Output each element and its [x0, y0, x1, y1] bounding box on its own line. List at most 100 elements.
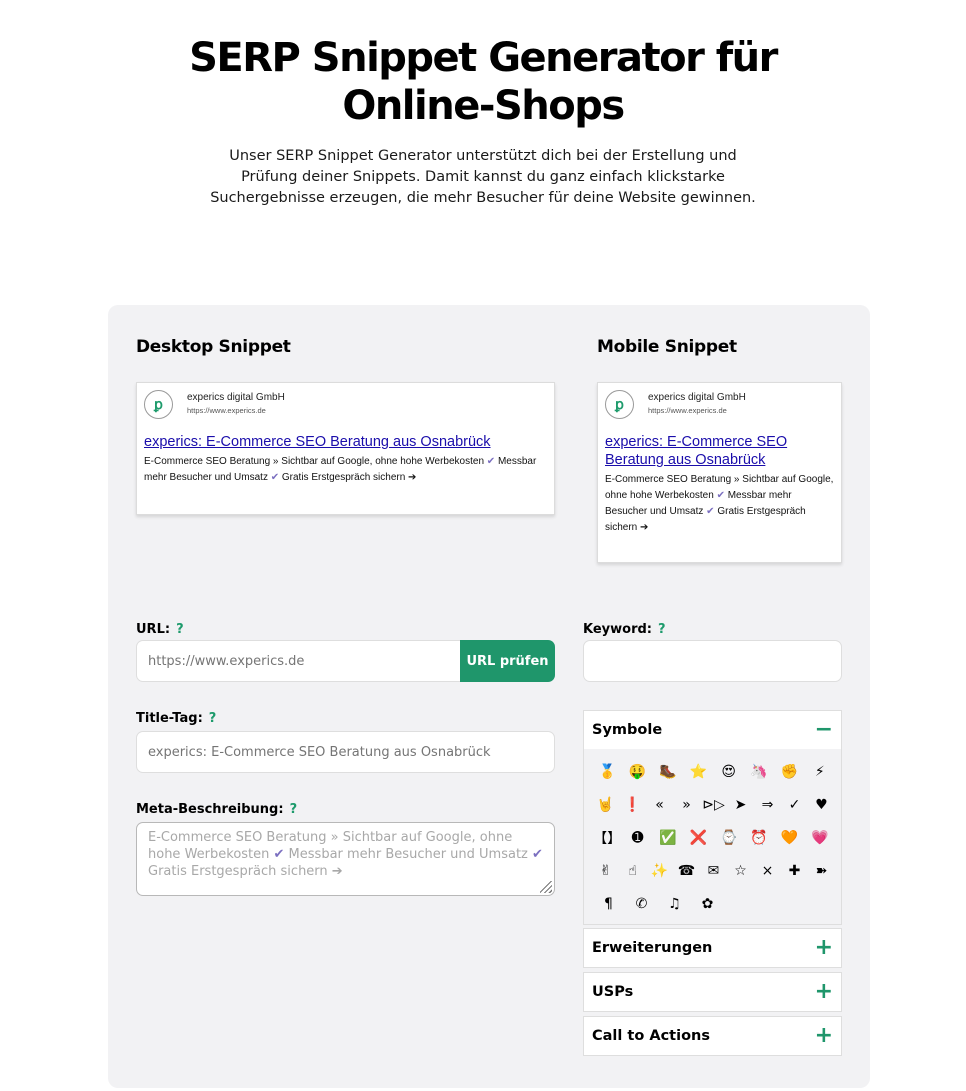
- accordion-extensions: Erweiterungen +: [583, 928, 842, 968]
- keyword-label-text: Keyword:: [583, 622, 652, 637]
- snippet-title-link[interactable]: experics: E-Commerce SEO Beratung aus Os…: [605, 433, 834, 469]
- page-description: Unser SERP Snippet Generator unterstützt…: [210, 148, 756, 206]
- keyword-input[interactable]: [583, 640, 842, 682]
- resize-handle[interactable]: [540, 881, 552, 893]
- help-icon[interactable]: ?: [658, 622, 666, 637]
- symbol-row: ¶ ✆ ♫ ✿: [592, 887, 835, 920]
- symbol-button[interactable]: ⏰: [744, 830, 774, 846]
- snippet-title-link[interactable]: experics: E-Commerce SEO Beratung aus Os…: [144, 433, 547, 451]
- accordion-header-usps[interactable]: USPs +: [584, 973, 841, 1011]
- symbol-button[interactable]: ➊: [622, 830, 652, 846]
- symbol-grid: 🥇 🤑 🥾 ⭐ 😍 🦄 ✊ ⚡ 🤘 ❗ «» ⊳▷ ➤ ⇒ ✓ ♥ 【】 ➊ ✅ ❌ ⌚ ⏰ 🧡 💗 ✌ ☝ ✨ ☎ ✉ ☆ × ✚ ➽ ¶ ✆ ♫ ✿: [584, 749, 841, 924]
- symbol-button[interactable]: ✉: [700, 863, 727, 879]
- symbol-button[interactable]: 🥾: [653, 764, 683, 780]
- site-favicon-icon: ꝑ: [605, 390, 634, 419]
- symbol-button[interactable]: ¶: [592, 896, 625, 912]
- symbol-button[interactable]: ➽: [808, 863, 835, 879]
- accordion-header-cta[interactable]: Call to Actions +: [584, 1017, 841, 1055]
- url-input[interactable]: [136, 640, 461, 682]
- mobile-snippet-preview: ꝑ experics digital GmbH https://www.expe…: [597, 382, 842, 563]
- symbol-button[interactable]: »: [673, 797, 700, 813]
- symbol-row: ✌ ☝ ✨ ☎ ✉ ☆ × ✚ ➽: [592, 854, 835, 887]
- desktop-snippet-heading: Desktop Snippet: [136, 337, 291, 357]
- check-icon: ✔: [273, 847, 285, 862]
- accordion-label: USPs: [592, 984, 634, 1000]
- symbol-button[interactable]: ✨: [646, 863, 673, 879]
- meta-label-text: Meta-Beschreibung:: [136, 802, 284, 817]
- symbol-button[interactable]: ☎: [673, 863, 700, 879]
- accordion-label: Erweiterungen: [592, 940, 713, 956]
- symbol-button[interactable]: ♥: [808, 797, 835, 813]
- symbol-button[interactable]: ✊: [774, 764, 804, 780]
- meta-description-textarea[interactable]: E-Commerce SEO Beratung » Sichtbar auf G…: [136, 822, 555, 896]
- site-url: https://www.experics.de: [187, 406, 266, 415]
- symbol-button[interactable]: ➤: [727, 797, 754, 813]
- title-tag-input[interactable]: [136, 731, 555, 773]
- check-icon: ✔: [532, 847, 543, 862]
- symbol-button[interactable]: ❌: [683, 830, 713, 846]
- symbol-button[interactable]: ✓: [781, 797, 808, 813]
- symbol-button[interactable]: 😍: [714, 764, 744, 780]
- symbol-button[interactable]: 【】: [592, 828, 622, 848]
- snippet-description: E-Commerce SEO Beratung » Sichtbar auf G…: [144, 454, 547, 486]
- symbol-button[interactable]: ⊳▷: [700, 797, 727, 813]
- accordion-usps: USPs +: [583, 972, 842, 1012]
- url-label-text: URL:: [136, 622, 171, 637]
- generator-panel: Desktop Snippet Mobile Snippet ꝑ experic…: [108, 305, 870, 1088]
- check-icon: ✔: [706, 506, 715, 517]
- symbol-button[interactable]: ⭐: [683, 764, 713, 780]
- desc-text: Gratis Erstgespräch sichern ➔: [279, 472, 417, 483]
- help-icon[interactable]: ?: [176, 622, 184, 637]
- check-icon: ✔: [270, 472, 280, 483]
- help-icon[interactable]: ?: [209, 711, 217, 726]
- accordion-symbols: Symbole − 🥇 🤑 🥾 ⭐ 😍 🦄 ✊ ⚡ 🤘 ❗ «» ⊳▷ ➤ ⇒ ✓ ♥ 【】 ➊ ✅ ❌ ⌚ ⏰ 🧡 💗 ✌ ☝ ✨…: [583, 710, 842, 925]
- check-icon: ✔: [716, 490, 725, 501]
- symbol-row: 🤘 ❗ «» ⊳▷ ➤ ⇒ ✓ ♥: [592, 788, 835, 821]
- title-label-text: Title-Tag:: [136, 711, 203, 726]
- symbol-button[interactable]: 🤘: [592, 797, 619, 813]
- symbol-button[interactable]: ⇒: [754, 797, 781, 813]
- symbol-button[interactable]: ♫: [658, 896, 691, 912]
- symbol-button[interactable]: «: [646, 797, 673, 813]
- symbol-button[interactable]: 🥇: [592, 764, 622, 780]
- symbol-button[interactable]: ✅: [653, 830, 683, 846]
- accordion-label: Call to Actions: [592, 1028, 710, 1044]
- symbol-button[interactable]: ⌚: [714, 830, 744, 846]
- accordion-header-symbols[interactable]: Symbole −: [584, 711, 841, 749]
- symbol-row: 🥇 🤑 🥾 ⭐ 😍 🦄 ✊ ⚡: [592, 755, 835, 788]
- desktop-snippet-preview: ꝑ experics digital GmbH https://www.expe…: [136, 382, 555, 515]
- help-icon[interactable]: ?: [290, 802, 298, 817]
- meta-text: Gratis Erstgespräch sichern ➔: [148, 864, 343, 879]
- symbol-button[interactable]: 🤑: [622, 764, 652, 780]
- symbol-button[interactable]: 💗: [805, 830, 835, 846]
- url-label: URL:?: [136, 622, 184, 637]
- expand-icon[interactable]: +: [815, 981, 833, 1003]
- symbol-button[interactable]: ✿: [691, 896, 724, 912]
- site-url: https://www.experics.de: [648, 406, 727, 415]
- expand-icon[interactable]: +: [815, 1025, 833, 1047]
- symbol-button[interactable]: ✆: [625, 896, 658, 912]
- check-icon: ✔: [486, 456, 496, 467]
- symbol-button[interactable]: 🧡: [774, 830, 804, 846]
- meta-text: Messbar mehr Besucher und Umsatz: [284, 847, 533, 862]
- expand-icon[interactable]: +: [815, 937, 833, 959]
- accordion-cta: Call to Actions +: [583, 1016, 842, 1056]
- symbol-button[interactable]: ✌: [592, 863, 619, 879]
- symbol-button[interactable]: ✚: [781, 863, 808, 879]
- check-url-button[interactable]: URL prüfen: [460, 640, 555, 682]
- keyword-label: Keyword:?: [583, 622, 666, 637]
- meta-description-label: Meta-Beschreibung:?: [136, 802, 297, 817]
- mobile-snippet-heading: Mobile Snippet: [597, 337, 737, 357]
- symbol-button[interactable]: ☝: [619, 863, 646, 879]
- symbol-button[interactable]: ⚡: [805, 764, 835, 780]
- symbol-button[interactable]: ☆: [727, 863, 754, 879]
- symbol-button[interactable]: ❗: [619, 797, 646, 813]
- symbol-button[interactable]: 🦄: [744, 764, 774, 780]
- symbol-button[interactable]: ×: [754, 863, 781, 879]
- symbol-row: 【】 ➊ ✅ ❌ ⌚ ⏰ 🧡 💗: [592, 821, 835, 854]
- site-favicon-icon: ꝑ: [144, 390, 173, 419]
- accordion-header-extensions[interactable]: Erweiterungen +: [584, 929, 841, 967]
- collapse-icon[interactable]: −: [815, 719, 833, 741]
- title-tag-label: Title-Tag:?: [136, 711, 216, 726]
- page-title: SERP Snippet Generator für Online-Shops: [189, 35, 778, 129]
